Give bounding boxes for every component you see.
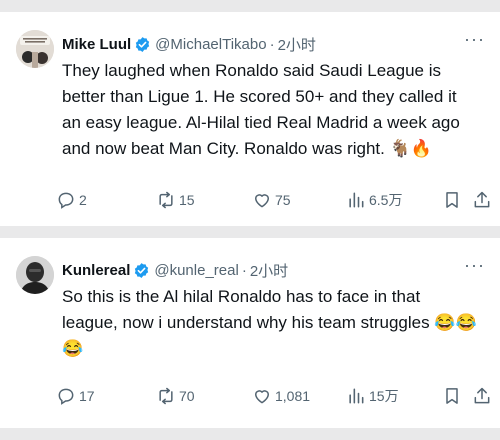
tweet-header: Mike Luul @MichaelTikabo · 2小时 [62, 34, 316, 55]
retweet-button[interactable]: 15 [156, 187, 195, 213]
bookmark-button[interactable] [442, 187, 462, 213]
author-name[interactable]: Kunlereal [62, 262, 130, 279]
reply-button[interactable]: 2 [56, 187, 87, 213]
share-icon [474, 191, 490, 208]
avatar-image [16, 256, 54, 294]
tweet-card-1[interactable]: Mike Luul @MichaelTikabo · 2小时 ··· They … [0, 12, 500, 226]
timestamp[interactable]: 2小时 [250, 260, 288, 281]
tweet-card-2[interactable]: Kunlereal @kunle_real · 2小时 ··· So this … [0, 238, 500, 428]
heart-icon [255, 194, 269, 208]
share-icon [474, 387, 490, 404]
reply-button[interactable]: 17 [56, 383, 95, 409]
more-icon[interactable]: ··· [464, 30, 484, 52]
avatar-image [16, 30, 54, 68]
more-icon[interactable]: ··· [464, 256, 484, 278]
share-button[interactable] [472, 187, 492, 213]
reply-icon [58, 388, 74, 405]
verified-badge-icon [135, 263, 149, 278]
avatar[interactable] [16, 30, 54, 68]
reply-count: 17 [79, 388, 95, 404]
tweet-text: They laughed when Ronaldo said Saudi Lea… [62, 61, 460, 158]
retweet-button[interactable]: 70 [156, 383, 195, 409]
retweet-count: 70 [179, 388, 195, 404]
retweet-icon [159, 191, 173, 209]
reply-icon [58, 192, 74, 209]
view-count: 15万 [369, 388, 399, 404]
verified-badge-icon [136, 37, 150, 52]
tweet-text: So this is the Al hilal Ronaldo has to f… [62, 287, 477, 358]
views-chart-icon [349, 192, 364, 208]
like-button[interactable]: 1,081 [252, 383, 310, 409]
author-name[interactable]: Mike Luul [62, 36, 131, 53]
views-button[interactable]: 15万 [346, 383, 399, 409]
retweet-count: 15 [179, 192, 195, 208]
bookmark-icon [446, 192, 458, 208]
tweet-header: Kunlereal @kunle_real · 2小时 [62, 260, 288, 281]
author-handle[interactable]: @MichaelTikabo [155, 36, 266, 53]
timestamp[interactable]: 2小时 [278, 34, 316, 55]
bookmark-icon [446, 388, 458, 404]
views-button[interactable]: 6.5万 [346, 187, 402, 213]
share-button[interactable] [472, 383, 492, 409]
bookmark-button[interactable] [442, 383, 462, 409]
author-handle[interactable]: @kunle_real [154, 262, 238, 279]
heart-icon [255, 390, 269, 404]
view-count: 6.5万 [369, 192, 403, 208]
action-bar: 17 70 1,081 15万 [56, 383, 490, 409]
separator-dot: · [269, 36, 275, 53]
avatar[interactable] [16, 256, 54, 294]
action-bar: 2 15 75 6.5万 [56, 187, 490, 213]
retweet-icon [159, 387, 173, 405]
like-count: 1,081 [275, 388, 311, 404]
like-button[interactable]: 75 [252, 187, 291, 213]
views-chart-icon [349, 388, 364, 404]
reply-count: 2 [79, 192, 87, 208]
separator-dot: · [241, 262, 247, 279]
like-count: 75 [275, 192, 291, 208]
